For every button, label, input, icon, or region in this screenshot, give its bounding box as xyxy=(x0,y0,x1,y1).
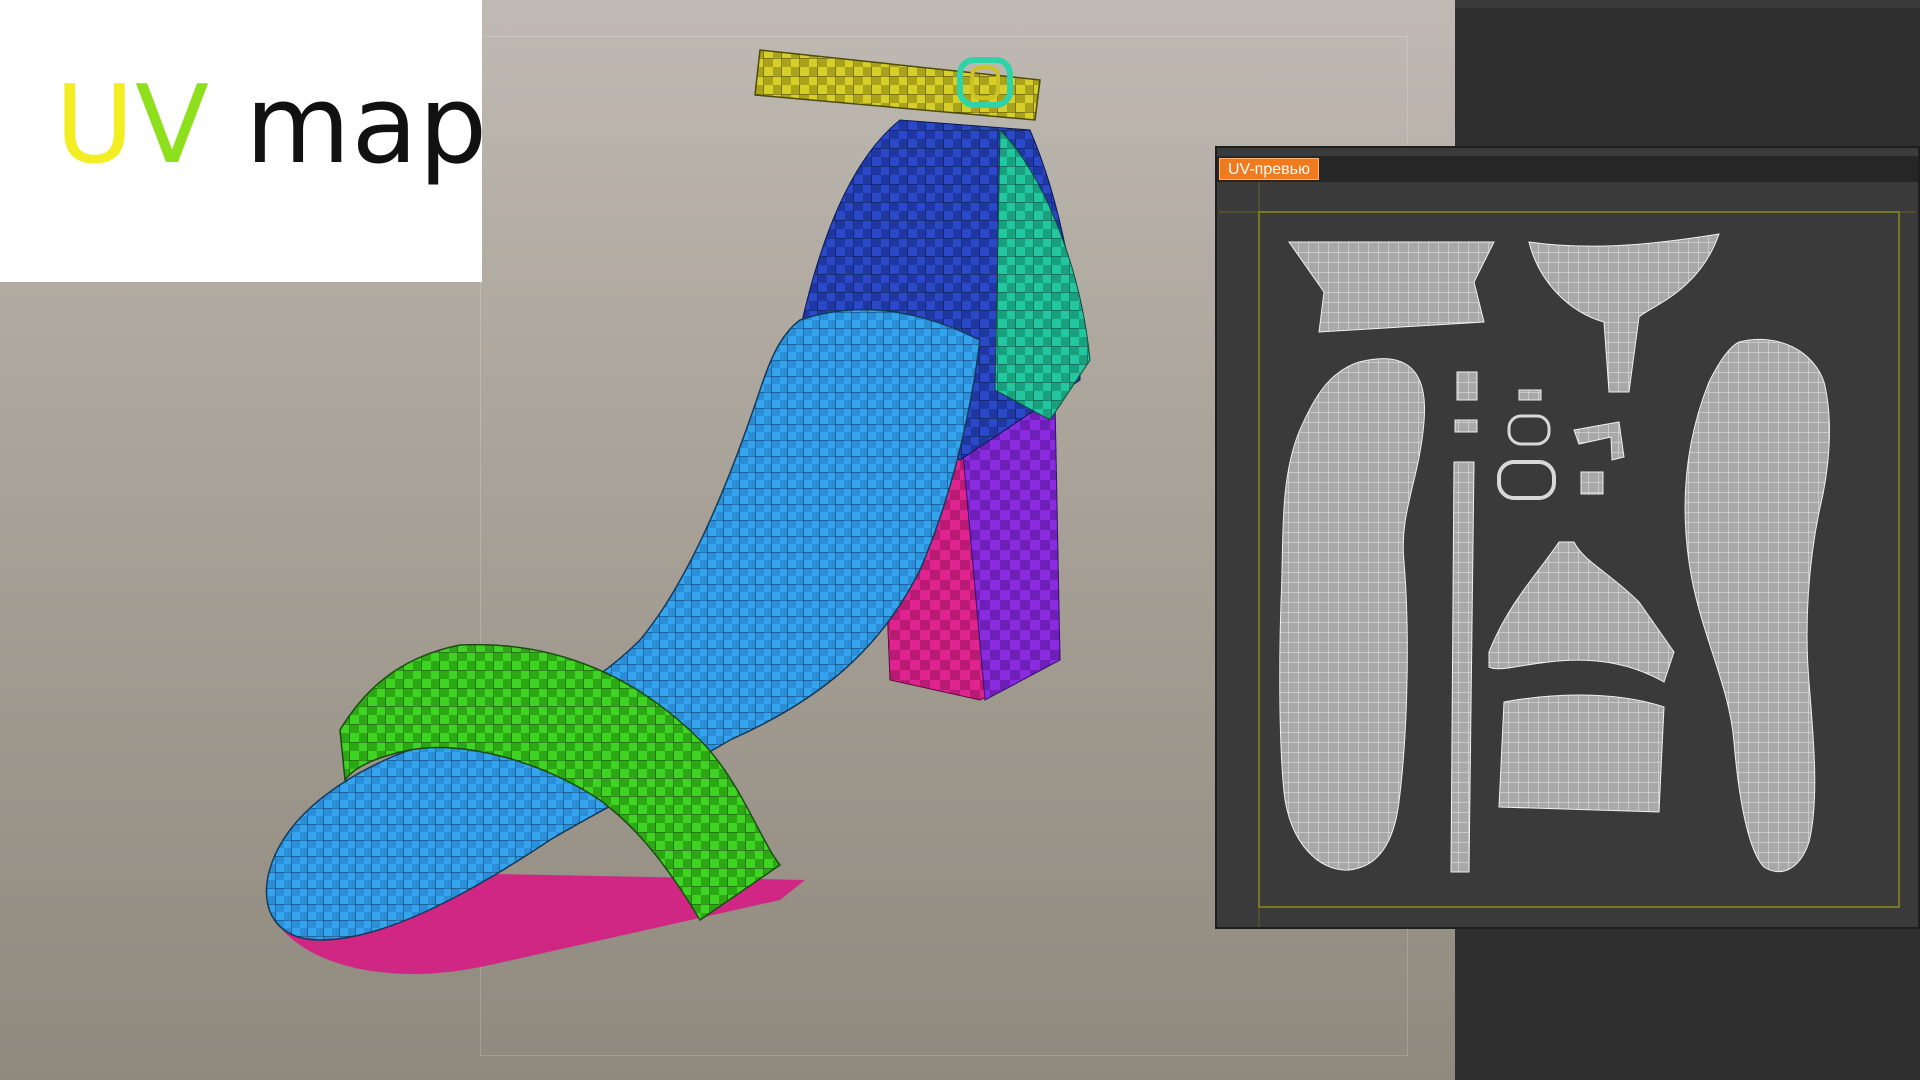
uv-preview-tab[interactable]: UV-превью xyxy=(1219,158,1319,180)
uv-island-vamp xyxy=(1488,541,1675,813)
uv-preview-titlebar[interactable] xyxy=(1217,156,1918,182)
title-letter-u: U xyxy=(55,63,136,188)
title-card: UV map xyxy=(0,0,487,282)
ankle-strap xyxy=(754,49,1041,121)
uv-island-heel-back xyxy=(1528,233,1720,393)
uv-island-sole-right xyxy=(1684,338,1830,873)
title-text: UV map xyxy=(55,72,488,180)
uv-islands xyxy=(1219,182,1916,927)
uv-layout-canvas[interactable] xyxy=(1219,182,1916,927)
title-word-map: map xyxy=(209,63,489,188)
uv-island-buckle xyxy=(1497,389,1625,500)
insole xyxy=(265,308,981,941)
uv-island-sole-left xyxy=(1279,358,1426,871)
title-letter-v: V xyxy=(135,63,210,188)
panel-top-strip xyxy=(1455,0,1920,8)
uv-island-upper-band xyxy=(1288,241,1495,333)
uv-preview-window[interactable]: UV-превью xyxy=(1215,146,1920,929)
uv-island-strip xyxy=(1450,371,1478,873)
